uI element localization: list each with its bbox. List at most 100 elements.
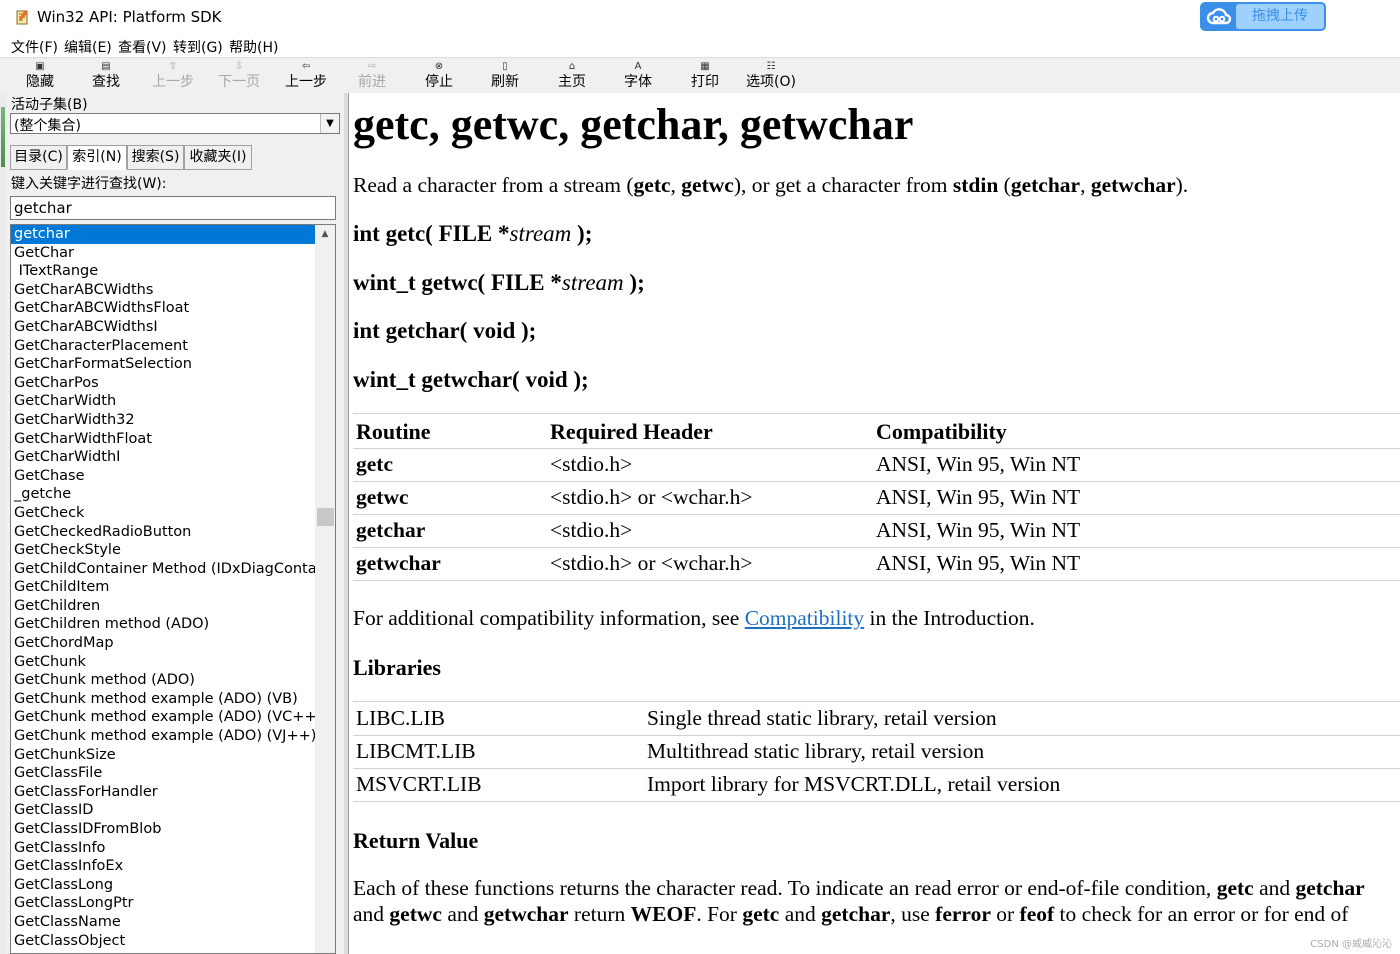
font-button[interactable]: A 字体 [608, 59, 668, 92]
index-list-item[interactable]: GetChunk method (ADO) [11, 671, 316, 690]
hide-button[interactable]: ▣ 隐藏 [10, 59, 70, 92]
tab-favorites[interactable]: 收藏夹(I) [184, 145, 252, 170]
menu-view[interactable]: 查看(V) [118, 37, 167, 57]
index-list-item[interactable]: GetCharABCWidthsFloat [11, 299, 316, 318]
text: and [779, 902, 822, 926]
index-list-item[interactable]: GetChunk method example (ADO) (VC++) [11, 708, 316, 727]
index-list-item[interactable]: GetChunk [11, 653, 316, 672]
index-list-item[interactable]: GetCheckStyle [11, 541, 316, 560]
edge-strip [0, 93, 6, 954]
home-icon: ⌂ [568, 61, 576, 72]
menu-edit[interactable]: 编辑(E) [64, 37, 112, 57]
routine-name: getc [356, 452, 393, 476]
index-list-item[interactable]: GetClassID [11, 801, 316, 820]
chevron-down-icon[interactable]: ▼ [320, 114, 339, 133]
keyword: getwc [389, 902, 442, 926]
index-list-item[interactable]: GetChunkSize [11, 746, 316, 765]
upload-button[interactable]: 拖拽上传 [1200, 2, 1326, 31]
back-label: 上一步 [285, 74, 327, 90]
keyword: getc [1216, 876, 1254, 900]
tab-contents[interactable]: 目录(C) [10, 145, 67, 170]
index-list-item[interactable]: GetCheckedRadioButton [11, 523, 316, 542]
index-list-item[interactable]: _getche [11, 485, 316, 504]
text: , [670, 173, 682, 197]
index-list-item[interactable]: GetClassForHandler [11, 783, 316, 802]
refresh-icon: ▯ [502, 61, 508, 72]
index-list-item[interactable]: GetChunk method example (ADO) (VB) [11, 690, 316, 709]
index-list-item[interactable]: GetCharABCWidths [11, 281, 316, 300]
tab-index[interactable]: 索引(N) [67, 145, 127, 170]
locate-button[interactable]: ▤ 查找 [76, 59, 136, 92]
keyword: getchar [821, 902, 891, 926]
index-list-item[interactable]: GetChordMap [11, 634, 316, 653]
previous-label: 上一步 [152, 74, 194, 90]
index-scrollbar[interactable]: ▲ [315, 225, 335, 953]
refresh-button[interactable]: ▯ 刷新 [475, 59, 535, 92]
next-button[interactable]: ⇩ 下一页 [209, 59, 269, 92]
keyword-label: 键入关键字进行查找(W): [11, 176, 167, 192]
keyword: getc [633, 173, 671, 197]
keyword: getchar [1295, 876, 1365, 900]
index-list[interactable]: getchar GetChar ITextRange GetCharABCWidth… [10, 224, 336, 954]
previous-icon: ⇧ [168, 61, 178, 72]
back-button[interactable]: ⇦ 上一步 [276, 59, 336, 92]
intro-paragraph: Read a character from a stream (getc, ge… [353, 173, 1188, 198]
index-list-item[interactable]: GetCheck [11, 504, 316, 523]
table-rule [353, 413, 1400, 414]
menu-file[interactable]: 文件(F) [11, 37, 58, 57]
index-list-item[interactable]: GetCharFormatSelection [11, 355, 316, 374]
table-header-compatibility: Compatibility [876, 419, 1007, 444]
scroll-thumb[interactable] [317, 508, 334, 526]
keyword: getwchar [1090, 173, 1176, 197]
table-rule [353, 547, 1400, 548]
table-rule [353, 481, 1400, 482]
index-list-item[interactable]: GetCharacterPlacement [11, 337, 316, 356]
index-list-item[interactable]: GetChase [11, 467, 316, 486]
index-list-item[interactable]: GetCharWidth [11, 392, 316, 411]
compatibility-link[interactable]: Compatibility [745, 606, 864, 630]
active-subset-select[interactable]: (整个集合) ▼ [10, 113, 340, 134]
previous-button[interactable]: ⇧ 上一步 [143, 59, 203, 92]
index-list-item[interactable]: GetCharABCWidthsI [11, 318, 316, 337]
options-button[interactable]: ☷ 选项(O) [741, 59, 801, 92]
routine-compat: ANSI, Win 95, Win NT [876, 551, 1081, 575]
home-button[interactable]: ⌂ 主页 [542, 59, 602, 92]
index-list-item[interactable]: GetChunk method example (ADO) (VJ++) [11, 727, 316, 746]
index-list-item[interactable]: GetClassInfo [11, 839, 316, 858]
index-list-item[interactable]: GetCharWidthFloat [11, 430, 316, 449]
index-list-item[interactable]: GetCharPos [11, 374, 316, 393]
keyword-input[interactable]: getchar [10, 196, 336, 220]
scroll-up-icon[interactable]: ▲ [315, 225, 335, 243]
toolbar: ▣ 隐藏 ▤ 查找 ⇧ 上一步 ⇩ 下一页 ⇦ 上一步 ⇨ 前进 ⊗ 停止 ▯ 刷新 ⌂ 主页 A… [0, 57, 1400, 94]
tab-search[interactable]: 搜索(S) [127, 145, 184, 170]
index-list-item[interactable]: GetClassLongPtr [11, 894, 316, 913]
index-list-item[interactable]: GetCharWidth32 [11, 411, 316, 430]
library-description: Single thread static library, retail ver… [647, 706, 997, 730]
index-list-item[interactable]: GetCharWidthI [11, 448, 316, 467]
menu-goto[interactable]: 转到(G) [173, 37, 223, 57]
index-list-item[interactable]: GetChildItem [11, 578, 316, 597]
index-list-item[interactable]: GetClassIDFromBlob [11, 820, 316, 839]
index-list-item[interactable]: GetClassInfoEx [11, 857, 316, 876]
index-list-item[interactable]: ITextRange [11, 262, 316, 281]
forward-button[interactable]: ⇨ 前进 [342, 59, 402, 92]
index-list-item[interactable]: GetChar [11, 244, 316, 263]
print-button[interactable]: ▦ 打印 [675, 59, 735, 92]
menu-help[interactable]: 帮助(H) [229, 37, 278, 57]
print-label: 打印 [691, 74, 719, 90]
routine-header: <stdio.h> [550, 518, 633, 542]
routine-name: getchar [356, 518, 426, 542]
index-list-item[interactable]: GetClassName [11, 913, 316, 932]
options-label: 选项(O) [746, 74, 796, 90]
index-list-item[interactable]: getchar [11, 225, 316, 244]
index-list-item[interactable]: GetClassLong [11, 876, 316, 895]
index-list-item[interactable]: GetChildContainer Method (IDxDiagContain… [11, 560, 316, 579]
text: Read a character from a stream ( [353, 173, 634, 197]
text: , use [890, 902, 936, 926]
index-list-item[interactable]: GetChildren [11, 597, 316, 616]
index-list-item[interactable]: GetChildren method (ADO) [11, 615, 316, 634]
stop-button[interactable]: ⊗ 停止 [409, 59, 469, 92]
index-list-item[interactable]: GetClassObject [11, 932, 316, 951]
index-list-item[interactable]: GetClassFile [11, 764, 316, 783]
routine-header: <stdio.h> [550, 452, 633, 476]
